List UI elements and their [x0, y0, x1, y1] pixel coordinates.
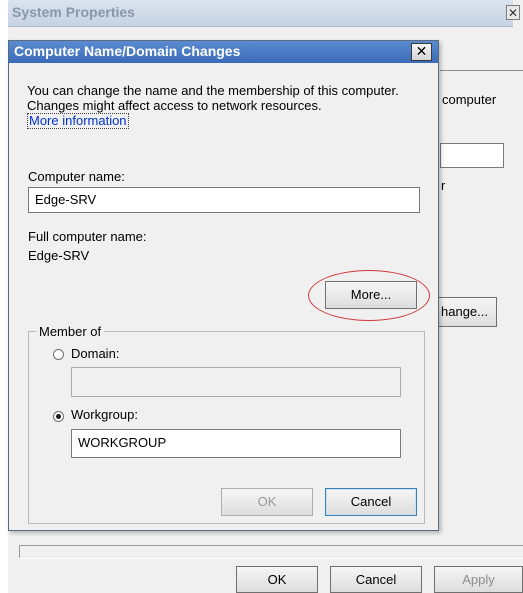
tab-panel-border — [19, 545, 523, 559]
tab-panel-highlight — [18, 558, 523, 559]
system-properties-apply-button: Apply — [434, 566, 523, 593]
workgroup-label[interactable]: Workgroup: — [71, 407, 138, 422]
system-properties-ok-button[interactable]: OK — [236, 566, 318, 593]
domain-label[interactable]: Domain: — [71, 346, 119, 361]
system-properties-close-icon[interactable]: ✕ — [506, 5, 520, 20]
system-properties-cancel-button[interactable]: Cancel — [330, 566, 422, 593]
full-computer-name-label: Full computer name: — [28, 229, 147, 244]
computer-name-input[interactable]: Edge-SRV — [28, 187, 420, 213]
system-properties-title: System Properties — [12, 4, 135, 20]
dialog-title: Computer Name/Domain Changes — [14, 43, 241, 59]
domain-input — [71, 367, 401, 397]
more-button[interactable]: More... — [325, 281, 417, 309]
member-of-legend: Member of — [36, 324, 105, 339]
dialog-description: You can change the name and the membersh… — [27, 83, 399, 113]
dialog-cancel-button[interactable]: Cancel — [325, 488, 417, 516]
tab-divider — [440, 70, 523, 71]
workgroup-input[interactable]: WORKGROUP — [71, 429, 401, 458]
dialog-ok-button: OK — [221, 488, 313, 516]
workgroup-radio[interactable] — [53, 411, 64, 422]
partial-label-text: r — [441, 178, 446, 193]
dialog-close-icon[interactable]: ✕ — [411, 43, 432, 61]
full-computer-name-value: Edge-SRV — [28, 248, 90, 263]
partial-description-text: computer — [442, 92, 497, 107]
computer-name-label: Computer name: — [28, 169, 125, 184]
domain-radio[interactable] — [53, 349, 64, 360]
background-description-field[interactable] — [440, 143, 504, 168]
more-information-link[interactable]: More information — [27, 113, 129, 129]
